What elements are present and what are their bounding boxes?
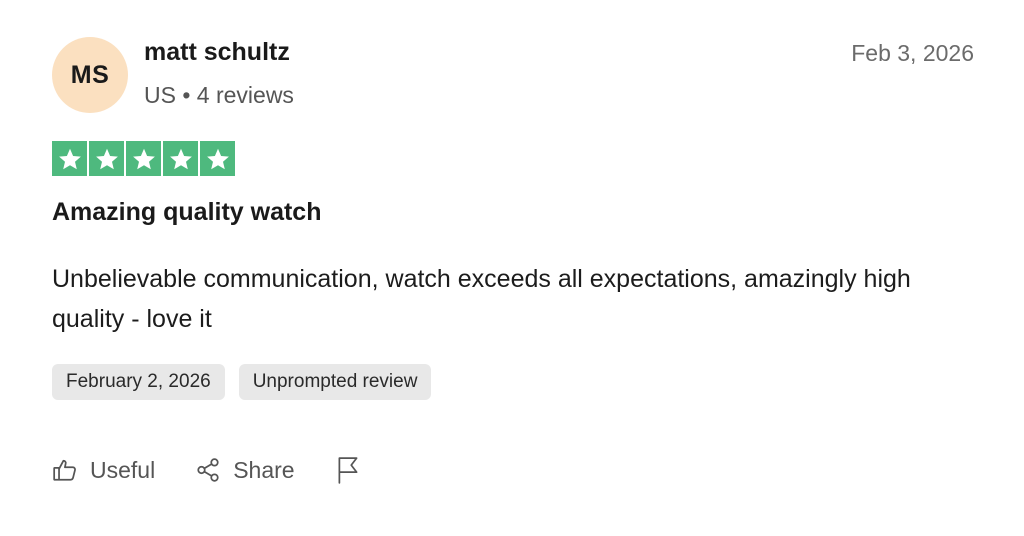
star-rating — [52, 141, 235, 176]
share-button[interactable]: Share — [195, 456, 295, 484]
avatar-initials: MS — [70, 60, 110, 89]
review-body: Unbelievable communication, watch exceed… — [52, 265, 911, 333]
review-card: MS matt schultz US • 4 reviews Feb 3, 20… — [0, 0, 1024, 536]
experience-date-tag: February 2, 2026 — [52, 364, 225, 400]
report-flag-button[interactable] — [335, 456, 361, 484]
review-tags: February 2, 2026 Unprompted review — [52, 364, 432, 400]
star-icon — [126, 141, 161, 176]
share-icon — [197, 458, 219, 482]
thumbs-up-icon — [53, 459, 76, 481]
avatar[interactable]: MS — [52, 37, 128, 113]
useful-label: Useful — [90, 456, 156, 483]
star-icon — [200, 141, 235, 176]
flag-icon — [338, 457, 358, 484]
star-icon — [52, 141, 87, 176]
unprompted-review-tag[interactable]: Unprompted review — [238, 364, 432, 400]
review-actions: Useful Share — [52, 450, 361, 490]
star-icon — [163, 141, 198, 176]
share-label: Share — [233, 456, 295, 483]
reviewer-name[interactable]: matt schultz — [144, 38, 290, 67]
review-date: Feb 3, 2026 — [851, 40, 974, 66]
star-icon — [89, 141, 124, 176]
useful-button[interactable]: Useful — [52, 457, 155, 484]
review-title: Amazing quality watch — [52, 198, 322, 226]
reviewer-meta: US • 4 reviews — [144, 82, 294, 108]
